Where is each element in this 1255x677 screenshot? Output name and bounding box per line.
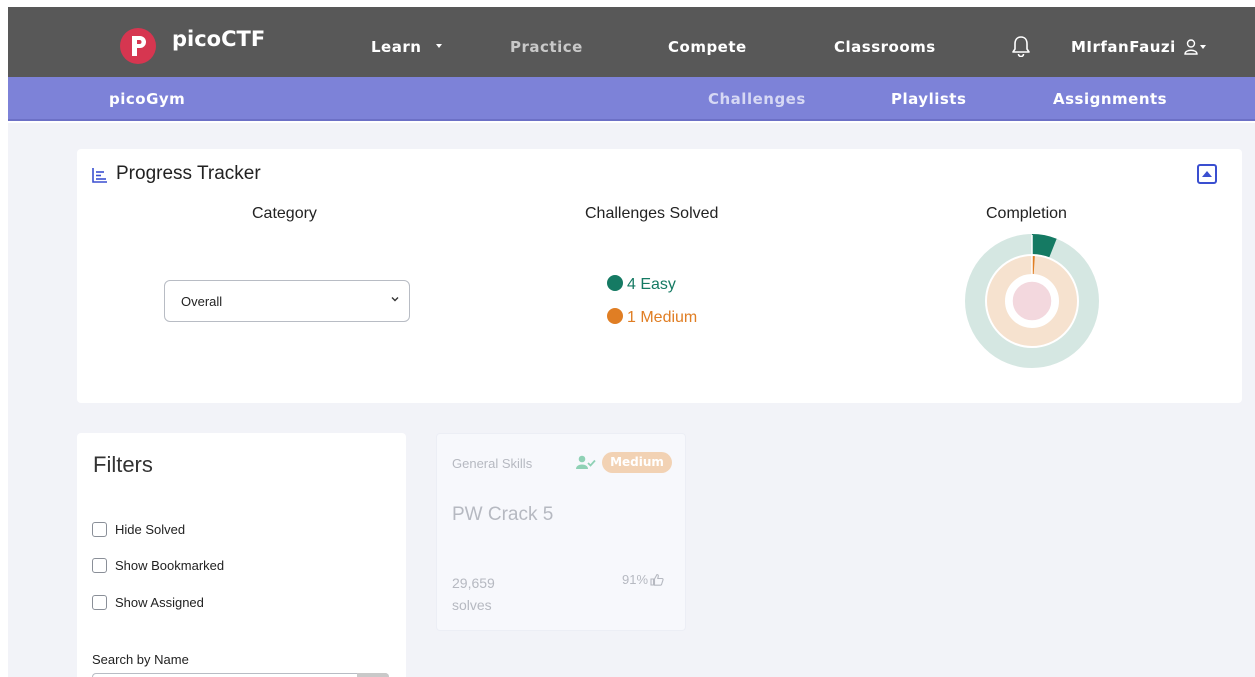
progress-tracker-title: Progress Tracker bbox=[116, 163, 261, 184]
nav-classrooms[interactable]: Classrooms bbox=[834, 38, 936, 56]
medium-dot-icon bbox=[607, 308, 623, 324]
easy-arc bbox=[1031, 234, 1057, 258]
user-name[interactable]: MIrfanFauzi bbox=[1071, 38, 1176, 56]
completion-header: Completion bbox=[986, 205, 1067, 222]
hide-solved-checkbox[interactable] bbox=[92, 522, 107, 537]
picoctf-logo-icon[interactable] bbox=[120, 28, 156, 64]
challenge-solves: 29,659 solves bbox=[452, 572, 495, 616]
user-check-icon bbox=[576, 455, 596, 469]
legend-easy: 4 Easy bbox=[607, 275, 676, 294]
show-assigned-checkbox[interactable] bbox=[92, 595, 107, 610]
show-assigned-label: Show Assigned bbox=[115, 595, 204, 610]
progress-tracker-card: Progress Tracker Category Challenges Sol… bbox=[77, 149, 1242, 403]
top-navbar: picoCTF Learn Practice Compete Classroom… bbox=[8, 7, 1255, 77]
collapse-button[interactable] bbox=[1197, 164, 1217, 184]
challenge-card[interactable]: General Skills Medium PW Crack 5 29,659 … bbox=[436, 433, 686, 631]
category-select[interactable]: Overall bbox=[164, 280, 410, 322]
easy-dot-icon bbox=[607, 275, 623, 291]
nav-compete[interactable]: Compete bbox=[668, 38, 747, 56]
category-select-value: Overall bbox=[181, 294, 223, 309]
nav-learn[interactable]: Learn bbox=[371, 38, 421, 56]
challenge-name[interactable]: PW Crack 5 bbox=[452, 504, 553, 526]
bell-icon[interactable] bbox=[1011, 35, 1031, 57]
show-assigned-option[interactable]: Show Assigned bbox=[92, 595, 204, 610]
tab-challenges[interactable]: Challenges bbox=[708, 90, 806, 108]
solves-label: solves bbox=[452, 597, 492, 613]
chevron-down-icon bbox=[391, 297, 399, 302]
completion-donut-chart bbox=[965, 234, 1099, 368]
show-bookmarked-checkbox[interactable] bbox=[92, 558, 107, 573]
challenges-solved-header: Challenges Solved bbox=[585, 205, 719, 222]
sub-navbar: picoGym Challenges Playlists Assignments bbox=[8, 77, 1255, 121]
difficulty-badge: Medium bbox=[602, 452, 672, 473]
tab-playlists[interactable]: Playlists bbox=[891, 90, 966, 108]
chevron-down-icon[interactable] bbox=[436, 44, 442, 48]
show-bookmarked-label: Show Bookmarked bbox=[115, 558, 225, 573]
challenge-rating: 91% bbox=[622, 572, 664, 587]
rating-value: 91% bbox=[622, 572, 649, 587]
category-header: Category bbox=[252, 205, 317, 222]
search-label: Search by Name bbox=[92, 652, 189, 667]
easy-count: 4 Easy bbox=[627, 276, 676, 293]
hide-solved-option[interactable]: Hide Solved bbox=[92, 522, 185, 537]
medium-count: 1 Medium bbox=[627, 309, 698, 326]
chart-icon bbox=[92, 168, 107, 183]
hide-solved-label: Hide Solved bbox=[115, 522, 186, 537]
hard-ring-track bbox=[1011, 280, 1053, 322]
tab-assignments[interactable]: Assignments bbox=[1053, 90, 1167, 108]
nav-practice[interactable]: Practice bbox=[510, 38, 583, 56]
picogym-title[interactable]: picoGym bbox=[109, 90, 185, 108]
thumbs-up-icon bbox=[650, 573, 664, 586]
filters-title: Filters bbox=[93, 452, 153, 477]
top-gutter bbox=[0, 0, 1255, 7]
search-input[interactable] bbox=[92, 673, 389, 677]
solves-count: 29,659 bbox=[452, 575, 495, 591]
brand-name[interactable]: picoCTF bbox=[172, 27, 265, 51]
chevron-down-icon[interactable] bbox=[1200, 45, 1206, 49]
search-button[interactable] bbox=[357, 673, 389, 677]
challenge-category: General Skills bbox=[452, 456, 533, 471]
user-icon[interactable] bbox=[1184, 39, 1198, 55]
show-bookmarked-option[interactable]: Show Bookmarked bbox=[92, 558, 224, 573]
legend-medium: 1 Medium bbox=[607, 308, 697, 327]
filters-card: Filters Hide Solved Show Bookmarked Show… bbox=[77, 433, 406, 677]
